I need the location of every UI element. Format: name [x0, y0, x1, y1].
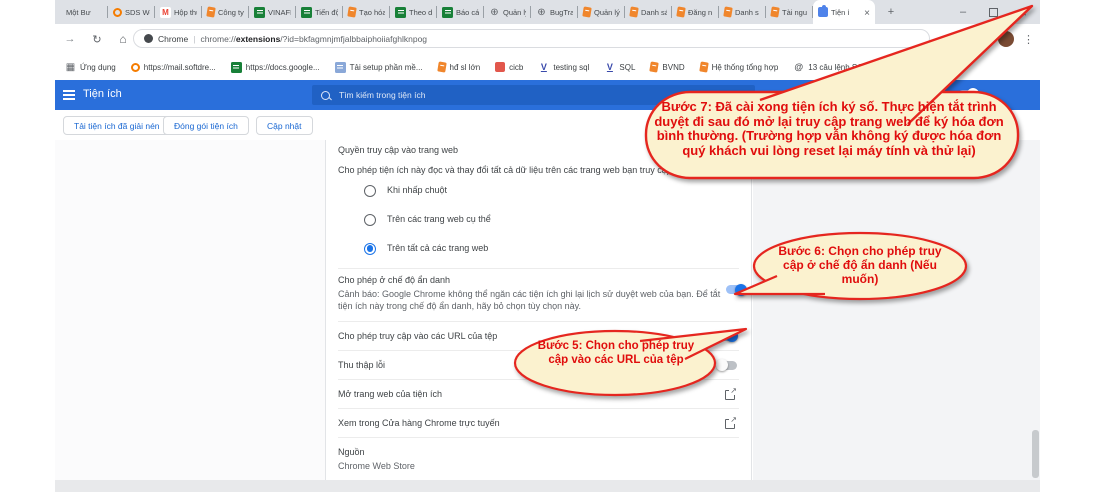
- view-store-row[interactable]: Xem trong Cửa hàng Chrome trực tuyến: [338, 409, 739, 437]
- tab-label: Theo dõ: [409, 8, 432, 17]
- left-background: [55, 140, 325, 480]
- bookmark-item[interactable]: https://docs.google...: [231, 62, 320, 73]
- scrollbar-thumb[interactable]: [1032, 430, 1039, 478]
- page-title: Tiện ích: [83, 88, 122, 100]
- bookmark-item[interactable]: Ứng dụng: [65, 62, 116, 73]
- source-label: Nguồn: [338, 447, 739, 458]
- callout-step-7-text: Bước 7: Đã cài xong tiện ích ký số. Thực…: [648, 100, 1010, 158]
- tab[interactable]: Báo cáo: [437, 0, 484, 24]
- incognito-description: Cảnh báo: Google Chrome không thể ngăn c…: [338, 288, 726, 312]
- sds-favicon: [113, 8, 122, 17]
- callout-step-6: Bước 6: Chọn cho phép truy cập ở chế độ …: [725, 228, 980, 308]
- tab-label: SDS We: [125, 8, 150, 17]
- file-urls-label: Cho phép truy cập vào các URL của tệp: [338, 331, 497, 342]
- tab-label: VINAFR: [268, 8, 291, 17]
- incognito-text: Cho phép ở chế độ ẩn danh Cảnh báo: Goog…: [338, 275, 726, 312]
- tab[interactable]: Hộp thư: [155, 0, 202, 24]
- sheet-favicon: [254, 7, 265, 18]
- v-favicon: [538, 62, 549, 73]
- radio-button[interactable]: [364, 185, 376, 197]
- sheet-favicon: [231, 62, 242, 73]
- bookmark-item[interactable]: Tải setup phần mề...: [335, 62, 423, 73]
- radio-label: Trên các trang web cụ thể: [387, 214, 491, 225]
- incognito-title: Cho phép ở chế độ ẩn danh: [338, 275, 726, 286]
- pack-extension-button[interactable]: Đóng gói tiện ích: [163, 116, 249, 135]
- sheet-favicon: [442, 7, 453, 18]
- view-store-label: Xem trong Cửa hàng Chrome trực tuyến: [338, 418, 500, 429]
- source-value: Chrome Web Store: [338, 460, 726, 472]
- gmail-favicon: [160, 7, 171, 18]
- source-row: Nguồn Chrome Web Store: [338, 438, 739, 472]
- home-icon[interactable]: [113, 29, 133, 49]
- bookmark-item[interactable]: testing sql: [538, 62, 589, 73]
- external-link-icon: [725, 418, 736, 429]
- forward-icon[interactable]: [60, 29, 80, 49]
- bookmark-item[interactable]: hđ sl lớn: [438, 62, 481, 72]
- reload-icon[interactable]: [87, 29, 107, 49]
- site-access-option[interactable]: Trên tất cả các trang web: [338, 234, 739, 263]
- radio-label: Trên tất cả các trang web: [387, 243, 488, 254]
- tab[interactable]: SDS We: [108, 0, 155, 24]
- tab[interactable]: VINAFR: [249, 0, 296, 24]
- tab[interactable]: BugTra: [531, 0, 578, 24]
- tab[interactable]: Quản lý: [484, 0, 531, 24]
- bookmark-label: testing sql: [553, 63, 589, 72]
- doc-favicon: [582, 6, 591, 17]
- screenshot-canvas: Một Bư SDS We Hộp thư Công ty VINAFR Tiến độ T…: [0, 0, 1096, 492]
- update-button[interactable]: Cập nhật: [256, 116, 313, 135]
- tab[interactable]: Tạo hóa: [343, 0, 390, 24]
- callout-step-5: Bước 5: Chọn cho phép truy cập vào các U…: [500, 323, 755, 401]
- callout-step-6-text: Bước 6: Chọn cho phép truy cập ở chế độ …: [773, 244, 947, 286]
- tab-label: BugTra: [550, 8, 573, 17]
- tab-label: Quản lý: [503, 8, 526, 17]
- url-separator: |: [193, 34, 195, 44]
- site-info-icon[interactable]: [144, 34, 153, 43]
- search-icon: [321, 91, 330, 100]
- radio-button[interactable]: [364, 214, 376, 226]
- tab[interactable]: Công ty: [202, 0, 249, 24]
- collect-errors-label: Thu thập lỗi: [338, 360, 385, 371]
- apps-favicon: [65, 62, 76, 73]
- hamburger-menu-icon[interactable]: [63, 94, 75, 96]
- tab[interactable]: Tiến độ: [296, 0, 343, 24]
- bookmark-label: https://docs.google...: [246, 63, 320, 72]
- bookmark-label: cicb: [509, 63, 523, 72]
- globe-favicon: [489, 7, 500, 18]
- radio-label: Khi nhấp chuột: [387, 185, 447, 196]
- sheet-favicon: [395, 7, 406, 18]
- tab[interactable]: Theo dõ: [390, 0, 437, 24]
- doc-favicon: [206, 6, 215, 17]
- sheet-favicon: [301, 7, 312, 18]
- callout-step-7: Bước 7: Đã cài xong tiện ích ký số. Thực…: [610, 0, 1050, 200]
- url-text: chrome://extensions/?id=bkfagmnjmfjalbba…: [200, 34, 427, 44]
- tab-label: Một Bư: [66, 8, 91, 17]
- bottom-strip: [55, 480, 1040, 492]
- bookmark-item[interactable]: https://mail.softdre...: [131, 63, 216, 72]
- load-unpacked-button[interactable]: Tải tiện ích đã giải nén: [63, 116, 171, 135]
- callout-step-5-text: Bước 5: Chọn cho phép truy cập vào các U…: [528, 340, 704, 367]
- bookmark-item[interactable]: cicb: [495, 62, 523, 72]
- bookmark-label: https://mail.softdre...: [144, 63, 216, 72]
- bookmark-label: Ứng dụng: [80, 63, 116, 72]
- drive-favicon: [335, 62, 346, 73]
- tab-label: Hộp thư: [174, 8, 197, 17]
- tab[interactable]: Một Bư: [61, 0, 108, 24]
- tab-label: Tạo hóa: [359, 8, 385, 17]
- tab-label: Công ty: [218, 8, 244, 17]
- bookmark-label: hđ sl lớn: [450, 63, 481, 72]
- sds-favicon: [131, 63, 140, 72]
- site-access-option[interactable]: Trên các trang web cụ thể: [338, 205, 739, 234]
- open-website-label: Mở trang web của tiện ích: [338, 389, 442, 400]
- tab-label: Tiến độ: [315, 8, 338, 17]
- doc-favicon: [347, 6, 356, 17]
- globe-favicon: [536, 7, 547, 18]
- tab-label: Báo cáo: [456, 8, 479, 17]
- radio-button[interactable]: [364, 243, 376, 255]
- doc-favicon: [437, 61, 446, 72]
- incognito-row: Cho phép ở chế độ ẩn danh Cảnh báo: Goog…: [338, 269, 739, 321]
- page-label: Chrome: [158, 34, 188, 44]
- bookmark-label: Tải setup phần mề...: [350, 63, 423, 72]
- red-favicon: [495, 62, 505, 72]
